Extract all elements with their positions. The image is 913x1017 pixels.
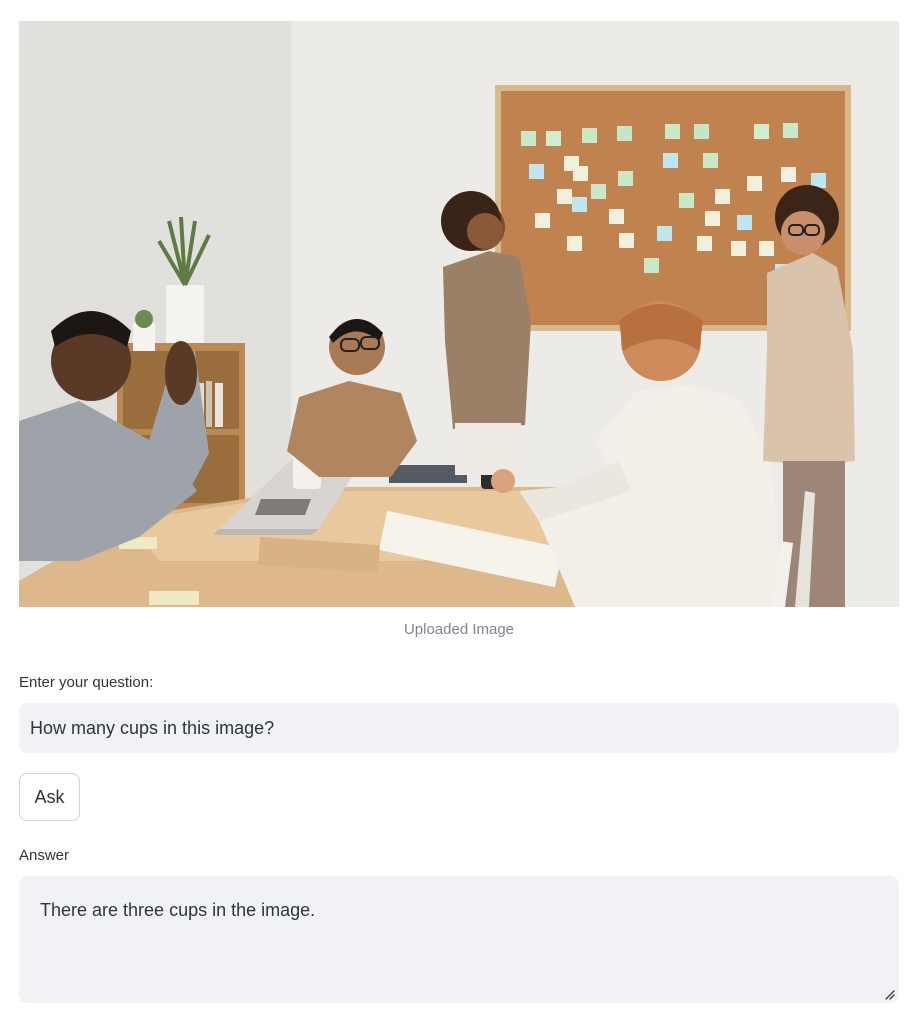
office-meeting-photo — [19, 21, 899, 607]
question-input[interactable] — [19, 703, 899, 753]
question-label: Enter your question: — [19, 674, 154, 691]
image-caption: Uploaded Image — [403, 621, 515, 638]
answer-textarea[interactable]: There are three cups in the image. — [19, 876, 899, 1003]
answer-label: Answer — [19, 847, 70, 864]
ask-button[interactable]: Ask — [19, 773, 80, 821]
resize-grip-icon[interactable] — [883, 987, 895, 1000]
uploaded-image — [19, 21, 899, 607]
